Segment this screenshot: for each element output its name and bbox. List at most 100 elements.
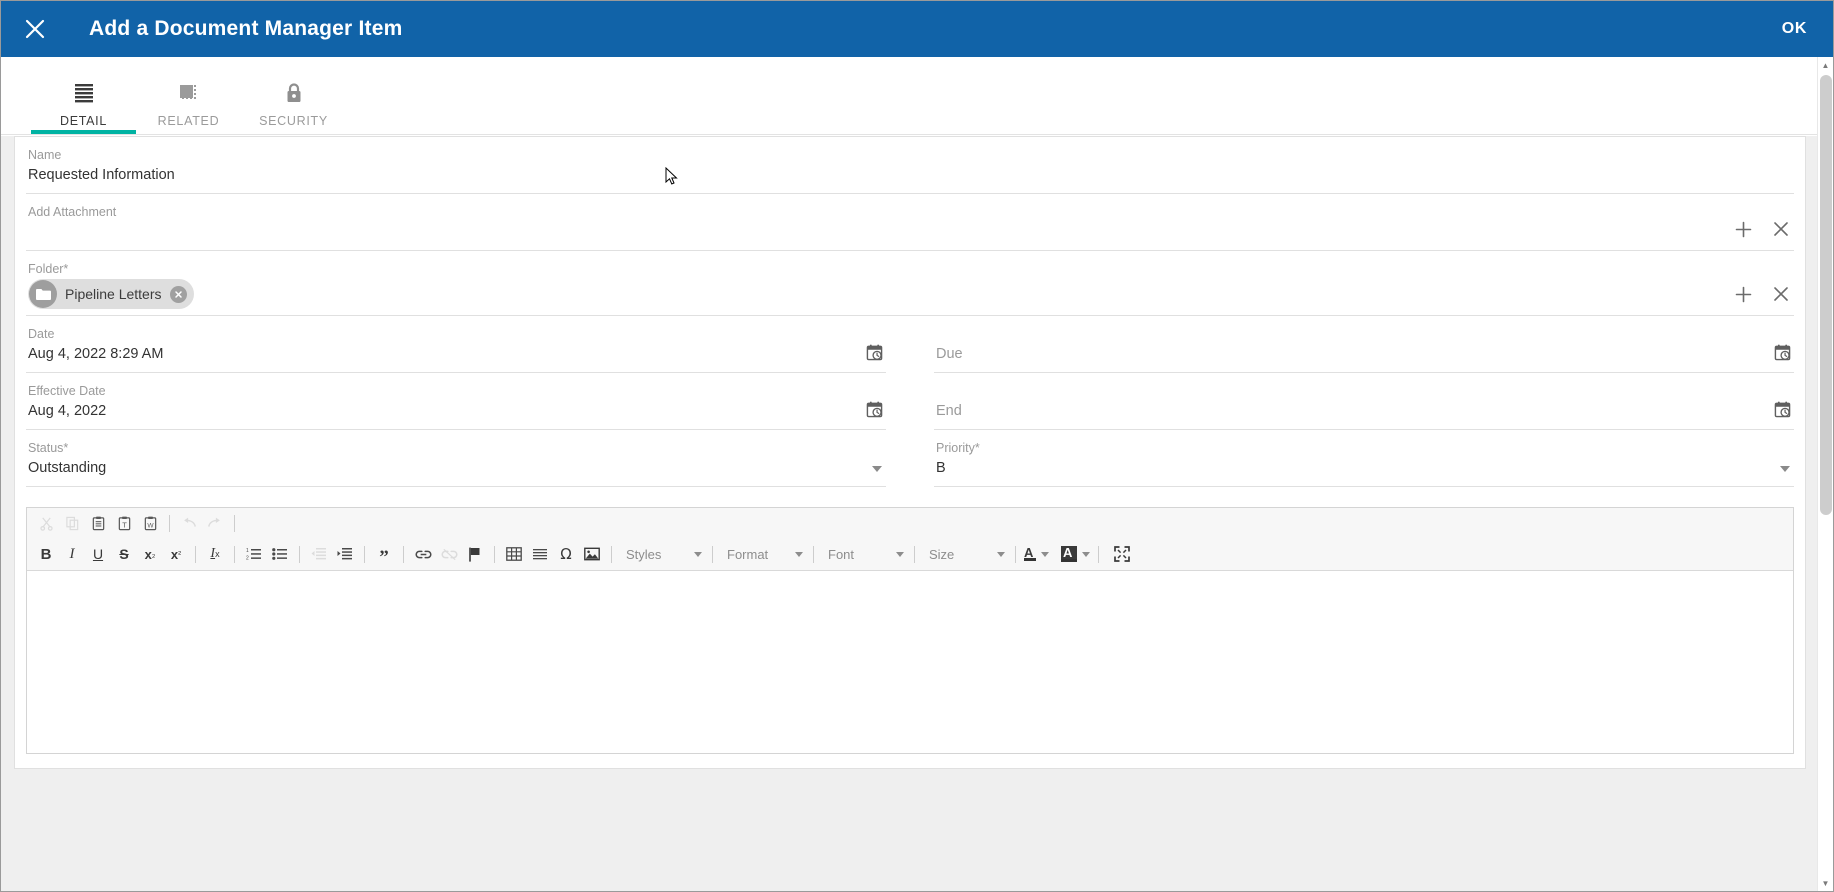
blockquote-button[interactable]: ”	[371, 542, 397, 567]
name-input[interactable]: Requested Information	[26, 163, 1794, 187]
due-picker-button[interactable]	[1772, 342, 1792, 362]
end-input[interactable]: End	[934, 399, 1794, 423]
size-combo[interactable]: Size	[921, 543, 1009, 565]
date-column: Date Aug 4, 2022 8:29 AM	[26, 316, 910, 373]
scroll-down-button[interactable]: ▼	[1818, 875, 1833, 891]
styles-combo[interactable]: Styles	[618, 543, 706, 565]
add-attachment-value[interactable]	[26, 220, 1794, 244]
superscript-button[interactable]: x²	[163, 542, 189, 566]
table-button[interactable]	[501, 542, 527, 566]
tab-related[interactable]: RELATED	[136, 60, 241, 134]
dialog-body: Name Requested Information Add Attachmen…	[1, 136, 1833, 891]
bold-button[interactable]: B	[33, 542, 59, 566]
paste-icon	[92, 516, 104, 530]
strikethrough-button[interactable]: S	[111, 542, 137, 566]
font-combo[interactable]: Font	[820, 543, 908, 565]
folder-field[interactable]: Folder* Pipeline Letters	[26, 251, 1794, 316]
toolbar-separator	[234, 545, 235, 563]
bulleted-list-icon	[272, 548, 287, 560]
chevron-down-icon	[795, 551, 803, 557]
copy-button[interactable]	[59, 511, 85, 535]
link-button[interactable]	[410, 542, 436, 566]
maximize-icon	[1114, 546, 1130, 562]
folder-plus-button[interactable]	[1732, 283, 1754, 305]
priority-label: Priority*	[936, 441, 980, 455]
text-color-button[interactable]: A	[1022, 546, 1051, 561]
tab-detail-label: DETAIL	[59, 114, 108, 128]
underline-button[interactable]: U	[85, 542, 111, 566]
subscript-button[interactable]: x₂	[137, 542, 163, 566]
chevron-down-icon	[1082, 551, 1090, 557]
add-attachment-clear-button[interactable]	[1770, 218, 1792, 240]
decrease-indent-button[interactable]	[306, 542, 332, 566]
date-picker-button[interactable]	[864, 342, 884, 362]
add-attachment-label: Add Attachment	[28, 205, 117, 219]
numbered-list-icon: 1 2	[246, 548, 261, 562]
bulleted-list-button[interactable]	[267, 542, 293, 566]
editor-content-area[interactable]	[27, 571, 1793, 753]
tab-detail[interactable]: DETAIL	[31, 60, 136, 134]
maximize-button[interactable]	[1109, 542, 1135, 566]
effective-date-input[interactable]: Aug 4, 2022	[26, 399, 886, 423]
chip-remove-icon	[174, 290, 182, 298]
redo-button[interactable]	[202, 511, 228, 535]
numbered-list-button[interactable]: 1 2	[241, 542, 267, 566]
due-field[interactable]: Due	[934, 316, 1794, 373]
name-field[interactable]: Name Requested Information	[26, 137, 1794, 194]
folder-value: Pipeline Letters	[26, 277, 1794, 309]
folder-chip-remove-button[interactable]	[169, 285, 187, 303]
tab-security-label: SECURITY	[259, 114, 328, 128]
editor-toolbar-row-1: T W	[27, 508, 1793, 538]
date-input[interactable]: Aug 4, 2022 8:29 AM	[26, 342, 886, 366]
end-picker-button[interactable]	[1772, 399, 1792, 419]
close-icon	[1774, 287, 1788, 301]
status-field[interactable]: Status* Outstanding	[26, 430, 886, 487]
date-field[interactable]: Date Aug 4, 2022 8:29 AM	[26, 316, 886, 373]
special-character-button[interactable]: Ω	[553, 542, 579, 566]
svg-text:2: 2	[246, 556, 249, 562]
folder-chip[interactable]: Pipeline Letters	[28, 279, 194, 309]
effective-date-field[interactable]: Effective Date Aug 4, 2022	[26, 373, 886, 430]
horizontal-rule-button[interactable]	[527, 542, 553, 566]
anchor-button[interactable]	[462, 542, 488, 566]
folder-label: Folder*	[28, 262, 69, 276]
ok-button[interactable]: OK	[1778, 14, 1811, 44]
status-column: Status* Outstanding	[26, 430, 910, 487]
background-color-button[interactable]: A	[1059, 546, 1092, 562]
add-attachment-field[interactable]: Add Attachment	[26, 194, 1794, 251]
chevron-down-icon	[997, 551, 1005, 557]
close-dialog-button[interactable]	[15, 9, 55, 49]
due-input[interactable]: Due	[934, 342, 1794, 366]
scroll-up-button[interactable]: ▲	[1818, 57, 1833, 73]
increase-indent-button[interactable]	[332, 542, 358, 566]
paste-from-word-button[interactable]: W	[137, 511, 163, 535]
calendar-clock-icon	[1774, 401, 1790, 417]
image-button[interactable]	[579, 542, 605, 566]
tab-security[interactable]: SECURITY	[241, 60, 346, 134]
format-combo[interactable]: Format	[719, 543, 807, 565]
remove-format-button[interactable]: Ix	[202, 542, 228, 566]
priority-field[interactable]: Priority* B	[934, 430, 1794, 487]
end-field[interactable]: End	[934, 373, 1794, 430]
folder-clear-button[interactable]	[1770, 283, 1792, 305]
undo-icon	[184, 517, 196, 527]
add-attachment-plus-button[interactable]	[1732, 218, 1754, 240]
scroll-thumb[interactable]	[1820, 75, 1832, 515]
effective-date-picker-button[interactable]	[864, 399, 884, 419]
priority-select-value[interactable]: B	[934, 456, 1794, 480]
paste-as-plain-text-button[interactable]: T	[111, 511, 137, 535]
increase-indent-icon	[337, 548, 352, 560]
status-select-value[interactable]: Outstanding	[26, 456, 886, 480]
folder-chip-label: Pipeline Letters	[65, 286, 162, 302]
close-icon	[1774, 222, 1788, 236]
undo-button[interactable]	[176, 511, 202, 535]
list-lines-icon	[73, 78, 95, 108]
vertical-scrollbar[interactable]: ▲ ▼	[1817, 57, 1833, 891]
italic-button[interactable]: I	[59, 542, 85, 566]
cut-button[interactable]	[33, 511, 59, 535]
status-chevron-down-icon[interactable]	[872, 466, 882, 472]
styles-combo-label: Styles	[626, 546, 662, 562]
priority-chevron-down-icon[interactable]	[1780, 466, 1790, 472]
paste-button[interactable]	[85, 511, 111, 535]
unlink-button[interactable]	[436, 542, 462, 566]
